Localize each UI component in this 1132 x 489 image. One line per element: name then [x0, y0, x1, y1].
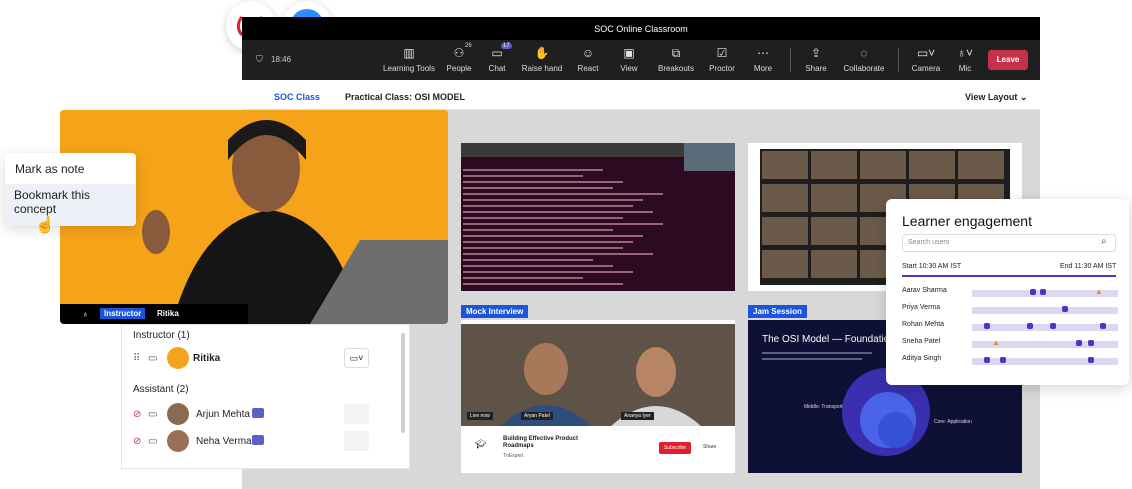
interview-video: Live now Aryan Patel Ananya Iyer [461, 324, 735, 426]
share-link[interactable]: Share [703, 444, 716, 450]
view-layout-dropdown[interactable]: View Layout ⌄ [965, 92, 1027, 103]
graduation-cap-icon: 🎓︎ [475, 439, 487, 449]
session-end: End 11:30 AM IST [1060, 263, 1117, 270]
learning-tools-button[interactable]: ▥ Learning Tools [379, 46, 439, 73]
chat-count-badge: 17 [501, 43, 512, 49]
assistant-name: Arjun Mehta [196, 409, 250, 420]
speaker1-label: Aryan Patel [521, 412, 553, 420]
learner-row[interactable]: Rohan Mehta [902, 321, 1122, 335]
engagement-marker [1050, 323, 1056, 329]
engagement-bar: ▲ [972, 338, 1118, 348]
session-card-title: Building Effective Product Roadmaps [503, 436, 579, 449]
participants-panel: Instructor (1) ⠿ ▭ Ritika ▭˅ Assistant (… [121, 324, 410, 469]
live-now-badge: Live now [467, 412, 493, 420]
instructor-name: Ritika [193, 353, 221, 364]
camera-toggle-button[interactable]: ▭˅ [344, 348, 369, 368]
learner-row[interactable]: Aarav Sharma ▲ [902, 287, 1122, 301]
bookmark-label: Bookmark this concept [14, 188, 91, 216]
search-icon: ⌕ [1101, 236, 1107, 247]
mark-as-note-item[interactable]: Mark as note [15, 162, 84, 176]
assistant-name: Neha Verma [196, 436, 252, 447]
leave-button[interactable]: Leave [988, 50, 1028, 70]
learner-row[interactable]: Priya Verma [902, 304, 1122, 318]
engagement-marker [1027, 323, 1033, 329]
chat-bubble-icon[interactable] [252, 435, 264, 445]
engagement-marker [1088, 340, 1094, 346]
engagement-marker [1062, 306, 1068, 312]
learner-row[interactable]: Sneha Patel ▲ [902, 338, 1122, 352]
interview-illustration [461, 324, 735, 426]
engagement-bar [972, 323, 1118, 331]
avatar [167, 347, 189, 369]
engagement-marker [1040, 289, 1046, 295]
engagement-marker [1000, 357, 1006, 363]
drag-handle-icon[interactable]: ⠿ [133, 353, 140, 364]
more-dots-icon: ⋯ [757, 46, 769, 60]
mock-interview-label: Mock Interview [461, 305, 529, 318]
engagement-bar: ▲ [972, 287, 1118, 297]
session-start: Start 10:30 AM IST [902, 263, 962, 270]
jam-session-label: Jam Session [748, 305, 807, 318]
video-icon: ▭ [148, 353, 158, 364]
lightbulb-icon: ◌ [860, 46, 868, 60]
more-button[interactable]: ⋯ More [735, 46, 791, 73]
video-icon: ▭ [148, 436, 158, 447]
learner-engagement-card: Learner engagement Search users ⌕ Start … [886, 199, 1129, 385]
engagement-marker [1088, 357, 1094, 363]
engagement-bar [972, 357, 1118, 365]
slide-label-transport: Middle: Transport [804, 404, 843, 410]
pointer-cursor-icon: ☝ [35, 217, 55, 234]
chevron-down-icon: ⌄ [1019, 92, 1028, 102]
tab-soc-class[interactable]: SOC Class [274, 92, 320, 102]
presenter-name: Ritika [157, 309, 179, 318]
window-title: SOC Online Classroom [242, 17, 1040, 42]
terminal-share-tile[interactable] [461, 143, 735, 291]
microphone-icon: ♁ [82, 309, 89, 319]
shield-icon: ⛉ [256, 54, 263, 64]
engagement-bar [972, 306, 1118, 314]
speaker2-label: Ananya Iyer [621, 412, 654, 420]
meeting-timer: 18:46 [271, 55, 292, 64]
engagement-marker [1100, 323, 1106, 329]
instructor-section-header: Instructor (1) [133, 330, 190, 341]
engagement-marker [1076, 340, 1082, 346]
alert-triangle-icon: ▲ [1095, 287, 1103, 296]
video-nameplate: ♁ Instructor Ritika [60, 304, 248, 324]
mic-off-icon: ⊘ [133, 436, 142, 447]
mic-icon: ♁˅ [956, 46, 973, 60]
session-host: TnExpert [503, 453, 524, 459]
engagement-marker [984, 323, 990, 329]
page-title: Practical Class: OSI MODEL [345, 92, 466, 102]
bookmark-item[interactable]: Bookmark this concept [5, 184, 136, 226]
chat-bubble-icon[interactable] [252, 408, 264, 418]
engagement-marker [984, 357, 990, 363]
action-slot[interactable] [344, 404, 369, 424]
meeting-subheader: SOC Class Practical Class: OSI MODEL Vie… [242, 82, 1040, 110]
presenter-thumbnail [684, 143, 735, 171]
collaborate-button[interactable]: ◌ Collaborate [836, 46, 892, 73]
engagement-marker [1030, 289, 1036, 295]
role-badge: Instructor [100, 308, 146, 319]
mic-button[interactable]: ♁˅ Mic [937, 46, 993, 73]
engagement-title: Learner engagement [902, 213, 1032, 229]
learner-row[interactable]: Aditya Singh [902, 355, 1122, 369]
terminal-output [463, 169, 663, 285]
meeting-toolbar: ⛉ 18:46 ▥ Learning Tools ⚇ 26 People ▭ 17 Cha… [242, 40, 1040, 80]
scrollbar[interactable] [401, 333, 405, 433]
mic-off-icon: ⊘ [133, 409, 142, 420]
assistant-section-header: Assistant (2) [133, 384, 189, 395]
avatar [167, 430, 189, 452]
search-users-input[interactable]: Search users ⌕ [902, 234, 1116, 252]
search-placeholder: Search users [908, 239, 950, 246]
video-icon: ▭ [148, 409, 158, 420]
mock-interview-tile[interactable]: Live now Aryan Patel Ananya Iyer 🎓︎ Buil… [461, 320, 735, 473]
slide-label-application: Core: Application [934, 419, 972, 425]
note-context-menu: Mark as note Bookmark this concept ☝ [5, 153, 136, 234]
alert-triangle-icon: ▲ [992, 338, 1000, 347]
tools-icon: ▥ [403, 46, 415, 60]
timeline-axis [902, 275, 1116, 277]
subscribe-button[interactable]: Subscribe [659, 442, 691, 454]
action-slot[interactable] [344, 431, 369, 451]
avatar [167, 403, 189, 425]
